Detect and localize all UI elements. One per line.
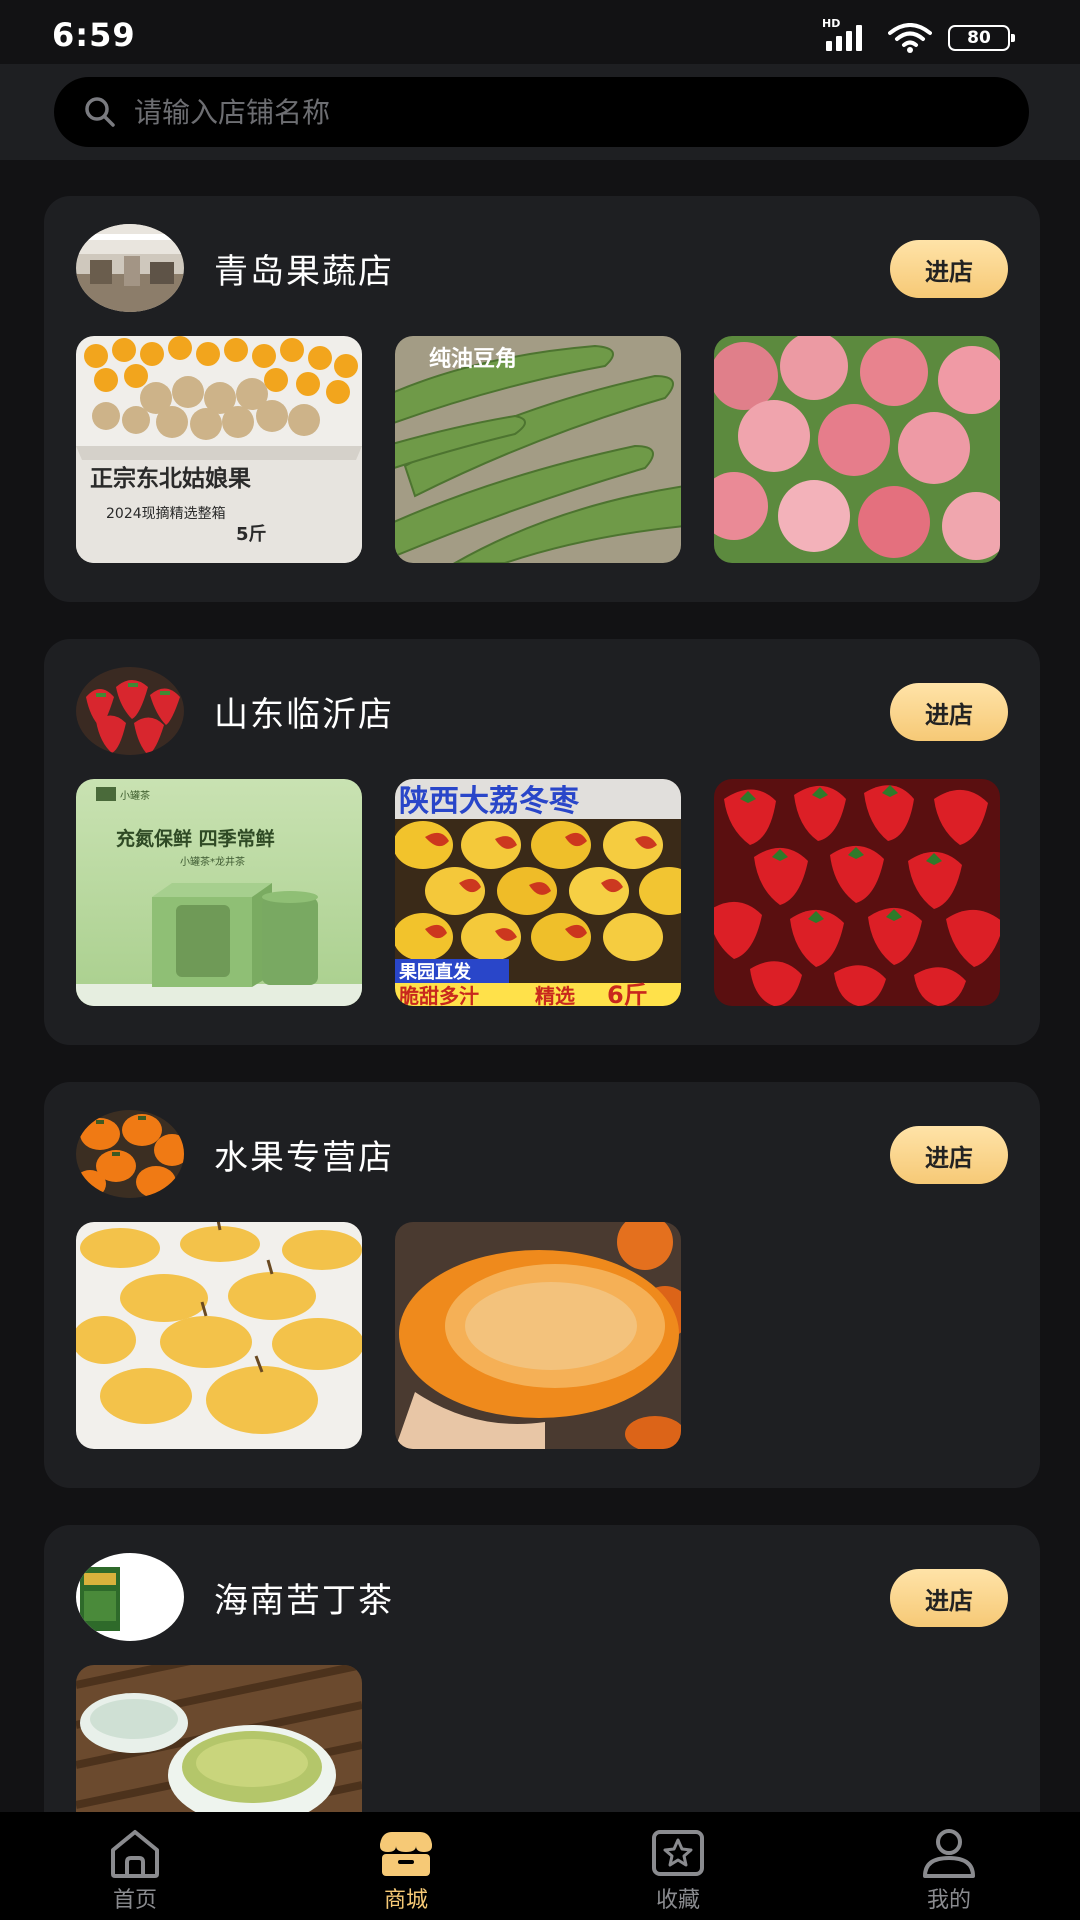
product-thumbnail[interactable] [76,1665,362,1812]
product-thumbnail[interactable]: 小罐茶 充氮保鲜 四季常鲜 小罐茶*龙井茶 [76,779,362,1006]
battery-level: 80 [967,28,991,48]
product-overlay-subtitle: 2024现摘精选整箱 [106,505,226,522]
bottom-nav: 首页 商城 收藏 我的 [0,1812,1080,1920]
product-overlay-weight: 5斤 [236,524,267,545]
status-time: 6:59 [52,16,136,54]
product-thumbnail[interactable] [76,1222,362,1449]
enter-shop-button[interactable]: 进店 [890,683,1008,741]
enter-shop-button[interactable]: 进店 [890,1126,1008,1184]
enter-shop-button[interactable]: 进店 [890,1569,1008,1627]
shop-list-screen: 6:59 HD 80 请输入店铺名称 青岛果蔬店 进店 正宗东北姑娘果 2024… [0,0,1080,1920]
nav-label: 收藏 [655,1888,700,1913]
store-icon [380,1832,432,1876]
product-thumbnail[interactable]: 正宗东北姑娘果 2024现摘精选整箱 5斤 [76,336,362,563]
search-box[interactable] [54,77,1029,147]
search-icon [85,97,115,127]
cell-signal-icon: HD [822,17,872,53]
product-thumbnail[interactable] [714,336,1000,563]
search-header [0,64,1080,160]
nav-label: 我的 [926,1888,971,1913]
home-icon [111,1830,159,1878]
shop-card[interactable]: 山东临沂店 进店 小罐茶 充氮保鲜 四季常鲜 小罐茶*龙井茶 陕西大荔冬枣 果园… [44,639,1040,1045]
status-bar: 6:59 HD 80 [0,0,1080,64]
product-overlay-slogan: 脆甜多汁 [399,984,479,1006]
shop-list: 青岛果蔬店 进店 正宗东北姑娘果 2024现摘精选整箱 5斤 纯油豆角 山东临沂… [0,160,1080,1812]
shop-name: 海南苦丁茶 [214,1581,394,1621]
shop-card[interactable]: 水果专营店 进店 [44,1082,1040,1488]
product-overlay-tag: 果园直发 [398,961,472,983]
nav-item-home[interactable]: 首页 [65,1812,205,1920]
shop-avatar[interactable] [76,224,184,312]
product-overlay-weight: 6斤 [607,981,648,1006]
shop-card[interactable]: 海南苦丁茶 进店 [44,1525,1040,1812]
nav-item-store[interactable]: 商城 [336,1812,476,1920]
enter-shop-button[interactable]: 进店 [890,240,1008,298]
nav-item-profile[interactable]: 我的 [879,1812,1019,1920]
shop-card[interactable]: 青岛果蔬店 进店 正宗东北姑娘果 2024现摘精选整箱 5斤 纯油豆角 [44,196,1040,602]
battery-icon: 80 [948,25,1015,51]
shop-avatar[interactable] [76,1110,184,1198]
network-badge: HD [822,17,841,30]
nav-item-favorites[interactable]: 收藏 [608,1812,748,1920]
search-input[interactable] [132,81,1029,143]
status-icons: HD 80 [822,17,1015,54]
shop-header: 山东临沂店 进店 [76,667,1008,755]
shop-header: 水果专营店 进店 [76,1110,1008,1198]
shop-name: 山东临沂店 [214,695,394,735]
nav-label: 商城 [383,1888,428,1913]
shop-avatar[interactable] [76,667,184,755]
product-overlay-brand: 小罐茶 [120,789,150,802]
shop-name: 水果专营店 [214,1138,394,1178]
product-overlay-title: 陕西大荔冬枣 [399,784,580,819]
shop-header: 海南苦丁茶 进店 [76,1553,1008,1641]
nav-label: 首页 [112,1888,157,1913]
wifi-icon [888,23,932,53]
product-overlay-subtitle: 小罐茶*龙井茶 [180,855,245,868]
favorite-star-icon [652,1830,704,1876]
product-overlay-title: 充氮保鲜 四季常鲜 [116,827,275,850]
product-overlay-pick: 精选 [535,984,575,1006]
product-thumbnail[interactable]: 纯油豆角 [395,336,681,563]
shop-avatar[interactable] [76,1553,184,1641]
product-thumbnail[interactable] [714,779,1000,1006]
user-icon [923,1829,975,1878]
product-overlay-title: 纯油豆角 [429,346,517,372]
product-overlay-title: 正宗东北姑娘果 [90,465,251,492]
shop-name: 青岛果蔬店 [214,252,394,292]
product-thumbnail[interactable]: 陕西大荔冬枣 果园直发 脆甜多汁 精选 6斤 [395,779,681,1006]
product-thumbnail[interactable] [395,1222,681,1449]
shop-header: 青岛果蔬店 进店 [76,224,1008,312]
